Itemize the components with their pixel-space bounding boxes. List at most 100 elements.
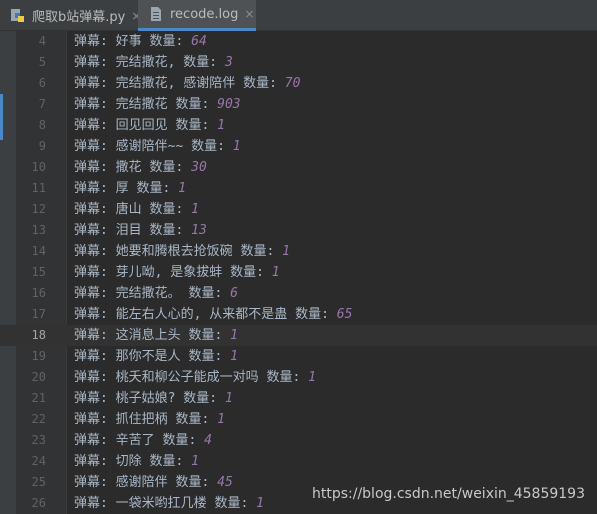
line-number: 5 <box>38 55 46 69</box>
danmu-count: 1 <box>178 181 186 196</box>
danmu-count: 30 <box>191 160 207 175</box>
danmu-text: 弹幕: 芽儿呦, 是象拔蚌 数量: <box>74 265 272 280</box>
line-number: 23 <box>31 433 46 447</box>
line-text: 弹幕: 切除 数量: 1 <box>74 451 199 472</box>
tab-log-file[interactable]: recode.log × <box>138 0 256 31</box>
line-text: 弹幕: 辛苦了 数量: 4 <box>74 430 212 451</box>
danmu-count: 4 <box>204 433 212 448</box>
code-line[interactable]: 18 弹幕: 这消息上头 数量: 1 <box>0 325 597 346</box>
code-line[interactable]: 21 弹幕: 桃子姑娘? 数量: 1 <box>0 388 597 409</box>
line-text: 弹幕: 抓住把柄 数量: 1 <box>74 409 225 430</box>
code-line[interactable]: 19 弹幕: 那你不是人 数量: 1 <box>0 346 597 367</box>
line-number: 7 <box>38 97 46 111</box>
danmu-text: 弹幕: 切除 数量: <box>74 454 192 469</box>
watermark: https://blog.csdn.net/weixin_45859193 <box>311 486 585 502</box>
code-line[interactable]: 23 弹幕: 辛苦了 数量: 4 <box>0 430 597 451</box>
line-text: 弹幕: 一袋米哟扛几楼 数量: 1 <box>74 493 264 514</box>
line-text: 弹幕: 回见回见 数量: 1 <box>74 115 225 136</box>
danmu-count: 1 <box>191 202 199 217</box>
line-text: 弹幕: 好事 数量: 64 <box>74 31 207 52</box>
line-number: 17 <box>31 307 46 321</box>
line-number: 15 <box>31 265 46 279</box>
python-file-icon <box>11 8 24 22</box>
danmu-text: 弹幕: 泪目 数量: <box>74 223 192 238</box>
code-line[interactable]: 8 弹幕: 回见回见 数量: 1 <box>0 115 597 136</box>
code-line[interactable]: 22 弹幕: 抓住把柄 数量: 1 <box>0 409 597 430</box>
line-text: 弹幕: 那你不是人 数量: 1 <box>74 346 238 367</box>
danmu-count: 1 <box>191 454 199 469</box>
line-number: 26 <box>31 496 46 510</box>
danmu-text: 弹幕: 完结撒花 数量: <box>74 97 218 112</box>
danmu-text: 弹幕: 一袋米哟扛几楼 数量: <box>74 496 257 511</box>
danmu-text: 弹幕: 感谢陪伴~~ 数量: <box>74 139 233 154</box>
danmu-count: 1 <box>224 391 233 406</box>
danmu-text: 弹幕: 辛苦了 数量: <box>74 433 205 448</box>
danmu-count: 1 <box>308 370 316 385</box>
code-line[interactable]: 17 弹幕: 能左右人心的, 从来都不是蛊 数量: 65 <box>0 304 597 325</box>
danmu-count: 903 <box>217 97 241 112</box>
danmu-count: 1 <box>217 118 225 133</box>
danmu-text: 弹幕: 这消息上头 数量: <box>74 328 231 343</box>
code-line[interactable]: 4 弹幕: 好事 数量: 64 <box>0 31 597 52</box>
line-number: 9 <box>38 139 46 153</box>
code-line[interactable]: 6 弹幕: 完结撒花, 感谢陪伴 数量: 70 <box>0 73 597 94</box>
danmu-text: 弹幕: 完结撒花, 数量: <box>74 55 225 70</box>
tab-python-file[interactable]: 爬取b站弹幕.py × <box>0 0 141 31</box>
danmu-count: 1 <box>230 349 238 364</box>
editor-content[interactable]: 4 弹幕: 好事 数量: 64 5 弹幕: 完结撒花, 数量: 3 6 弹幕: 完结撒花,… <box>0 31 597 514</box>
code-line[interactable]: 12 弹幕: 唐山 数量: 1 <box>0 199 597 220</box>
danmu-text: 弹幕: 回见回见 数量: <box>74 118 218 133</box>
danmu-count: 1 <box>271 265 280 280</box>
danmu-text: 弹幕: 撒花 数量: <box>74 160 192 175</box>
line-number: 16 <box>31 286 46 300</box>
danmu-text: 弹幕: 完结撒花, 感谢陪伴 数量: <box>74 76 285 91</box>
danmu-count: 1 <box>282 244 290 259</box>
line-number: 18 <box>31 328 46 342</box>
code-line[interactable]: 9 弹幕: 感谢陪伴~~ 数量: 1 <box>0 136 597 157</box>
danmu-text: 弹幕: 她要和腾根去抢饭碗 数量: <box>74 244 283 259</box>
line-number: 10 <box>31 160 46 174</box>
danmu-text: 弹幕: 桃夭和柳公子能成一对吗 数量: <box>74 370 309 385</box>
line-text: 弹幕: 桃夭和柳公子能成一对吗 数量: 1 <box>74 367 316 388</box>
code-line[interactable]: 10 弹幕: 撒花 数量: 30 <box>0 157 597 178</box>
line-text: 弹幕: 完结撒花, 数量: 3 <box>74 52 233 73</box>
line-text: 弹幕: 她要和腾根去抢饭碗 数量: 1 <box>74 241 290 262</box>
danmu-count: 70 <box>284 76 301 91</box>
code-line[interactable]: 14 弹幕: 她要和腾根去抢饭碗 数量: 1 <box>0 241 597 262</box>
tab-label: recode.log <box>170 6 239 22</box>
line-number: 22 <box>31 412 46 426</box>
danmu-text: 弹幕: 完结撒花。 数量: <box>74 286 231 301</box>
line-text: 弹幕: 感谢陪伴~~ 数量: 1 <box>74 136 241 157</box>
danmu-text: 弹幕: 厚 数量: <box>74 181 179 196</box>
line-text: 弹幕: 唐山 数量: 1 <box>74 199 199 220</box>
editor-tab-bar: 爬取b站弹幕.py × recode.log × <box>0 0 597 31</box>
line-text: 弹幕: 泪目 数量: 13 <box>74 220 207 241</box>
line-text: 弹幕: 芽儿呦, 是象拔蚌 数量: 1 <box>74 262 280 283</box>
code-line[interactable]: 11 弹幕: 厚 数量: 1 <box>0 178 597 199</box>
code-line[interactable]: 16 弹幕: 完结撒花。 数量: 6 <box>0 283 597 304</box>
line-number: 19 <box>31 349 46 363</box>
line-number: 8 <box>38 118 46 132</box>
danmu-text: 弹幕: 好事 数量: <box>74 34 192 49</box>
danmu-text: 弹幕: 桃子姑娘? 数量: <box>74 391 225 406</box>
line-number: 20 <box>31 370 46 384</box>
code-line[interactable]: 13 弹幕: 泪目 数量: 13 <box>0 220 597 241</box>
danmu-count: 3 <box>224 55 233 70</box>
line-text: 弹幕: 能左右人心的, 从来都不是蛊 数量: 65 <box>74 304 352 325</box>
code-line[interactable]: 7 弹幕: 完结撒花 数量: 903 <box>0 94 597 115</box>
line-number: 12 <box>31 202 46 216</box>
danmu-count: 1 <box>232 139 241 154</box>
log-file-icon <box>151 7 161 21</box>
code-line[interactable]: 20 弹幕: 桃夭和柳公子能成一对吗 数量: 1 <box>0 367 597 388</box>
code-line[interactable]: 15 弹幕: 芽儿呦, 是象拔蚌 数量: 1 <box>0 262 597 283</box>
close-icon[interactable]: × <box>244 7 254 21</box>
code-line[interactable]: 24 弹幕: 切除 数量: 1 <box>0 451 597 472</box>
danmu-count: 1 <box>217 412 225 427</box>
danmu-text: 弹幕: 能左右人心的, 从来都不是蛊 数量: <box>74 307 337 322</box>
line-text: 弹幕: 撒花 数量: 30 <box>74 157 207 178</box>
danmu-count: 64 <box>191 34 207 49</box>
code-line[interactable]: 5 弹幕: 完结撒花, 数量: 3 <box>0 52 597 73</box>
danmu-count: 45 <box>217 475 233 490</box>
danmu-count: 1 <box>256 496 264 511</box>
danmu-count: 13 <box>191 223 207 238</box>
